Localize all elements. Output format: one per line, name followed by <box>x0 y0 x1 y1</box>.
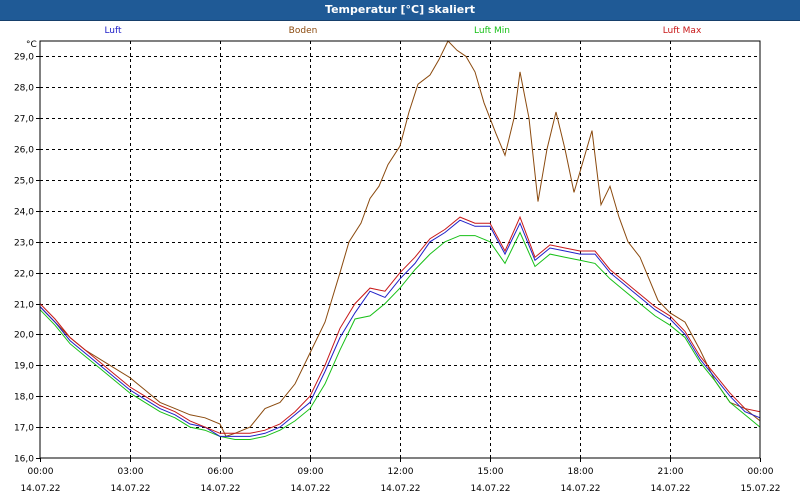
x-tick-time: 09:00 <box>298 467 324 477</box>
x-tick-date: 14.07.22 <box>200 484 240 494</box>
x-tick-time: 21:00 <box>658 467 684 477</box>
x-tick-time: 00:00 <box>748 467 774 477</box>
y-tick-label: 20,0 <box>14 331 34 341</box>
y-tick-label: 18,0 <box>14 393 34 403</box>
x-tick-date: 14.07.22 <box>560 484 600 494</box>
y-tick-label: 23,0 <box>14 239 34 249</box>
legend-item-boden: Boden <box>289 26 318 36</box>
y-tick-label: 22,0 <box>14 270 34 280</box>
legend-item-luft-max: Luft Max <box>663 26 702 36</box>
x-tick-time: 18:00 <box>568 467 594 477</box>
x-tick-time: 12:00 <box>388 467 414 477</box>
x-tick-date: 14.07.22 <box>650 484 690 494</box>
y-tick-label: 19,0 <box>14 362 34 372</box>
x-tick-date: 14.07.22 <box>110 484 150 494</box>
y-tick-label: 16,0 <box>14 455 34 465</box>
x-tick-date: 15.07.22 <box>740 484 780 494</box>
y-tick-label: 21,0 <box>14 301 34 311</box>
temperature-chart: 16,0 17,0 18,0 19,0 20,0 21,0 22,0 23,0 24,0 25,0… <box>14 26 781 494</box>
y-tick-label: 29,0 <box>14 53 34 63</box>
axes: 16,0 17,0 18,0 19,0 20,0 21,0 22,0 23,0 24,0 25,0… <box>14 40 781 494</box>
x-tick-date: 14.07.22 <box>20 484 60 494</box>
x-tick-time: 03:00 <box>118 467 144 477</box>
y-axis-unit: °C <box>26 40 37 50</box>
y-tick-label: 28,0 <box>14 84 34 94</box>
y-tick-label: 25,0 <box>14 177 34 187</box>
x-tick-time: 15:00 <box>478 467 504 477</box>
grid <box>40 41 760 458</box>
chart-title: Temperatur [°C] skaliert <box>325 3 475 16</box>
y-tick-label: 17,0 <box>14 424 34 434</box>
x-tick-date: 14.07.22 <box>290 484 330 494</box>
legend-item-luft-min: Luft Min <box>474 26 510 36</box>
x-tick-date: 14.07.22 <box>380 484 420 494</box>
x-tick-date: 14.07.22 <box>470 484 510 494</box>
y-tick-label: 27,0 <box>14 115 34 125</box>
y-tick-label: 24,0 <box>14 208 34 218</box>
legend-item-luft: Luft <box>104 26 122 36</box>
legend: Luft Boden Luft Min Luft Max <box>104 26 702 36</box>
y-tick-label: 26,0 <box>14 146 34 156</box>
x-tick-time: 00:00 <box>28 467 54 477</box>
x-tick-time: 06:00 <box>208 467 234 477</box>
chart-title-bar: Temperatur [°C] skaliert <box>0 0 800 21</box>
